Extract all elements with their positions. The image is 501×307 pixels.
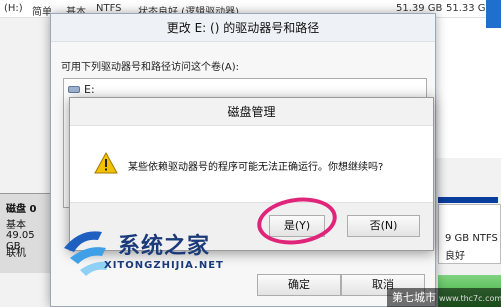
watermark-site: 第七城市 www.thc7c.com [387,288,501,307]
watermark-site-name: 第七城市 [392,291,436,304]
disk-name: 磁盘 0 [6,204,37,215]
watermark-logo-url: XITONGZHIJIA.NET [104,260,224,271]
drive-list-item[interactable]: E: [68,83,95,96]
volume-list-area [436,18,501,158]
disk-0-header[interactable]: 磁盘 0 基本 49.05 GB 联机 [0,193,52,273]
drive-icon [68,86,80,93]
partition-block[interactable]: 9 GB NTFS 良好 [438,204,501,264]
disk-type: 基本 [6,220,26,231]
partition-size: 9 GB NTFS [445,233,498,244]
watermark-site-url: www.thc7c.com [439,294,501,303]
warning-triangle-icon [94,152,118,174]
warning-message: 某些依赖驱动器号的程序可能无法正确运行。你想继续吗? [128,162,384,173]
volume-layout: 简单 [32,7,52,18]
dialog-title: 更改 E: () 的驱动器号和路径 [51,14,435,42]
drive-letter: E: [84,83,95,96]
partition-status: 良好 [445,251,465,262]
volume-drive: (H:) [4,3,23,14]
watermark-logo-text: 系统之家 [118,233,211,259]
no-button[interactable]: 否(N) [347,215,420,237]
drive-paths-prompt: 可用下列驱动器号和路径访问这个卷(A): [61,62,240,73]
volume-selection-edge [486,0,501,28]
partition-stripe [438,197,498,203]
disk-status: 联机 [6,248,26,259]
message-box-title: 磁盘管理 [70,98,433,126]
